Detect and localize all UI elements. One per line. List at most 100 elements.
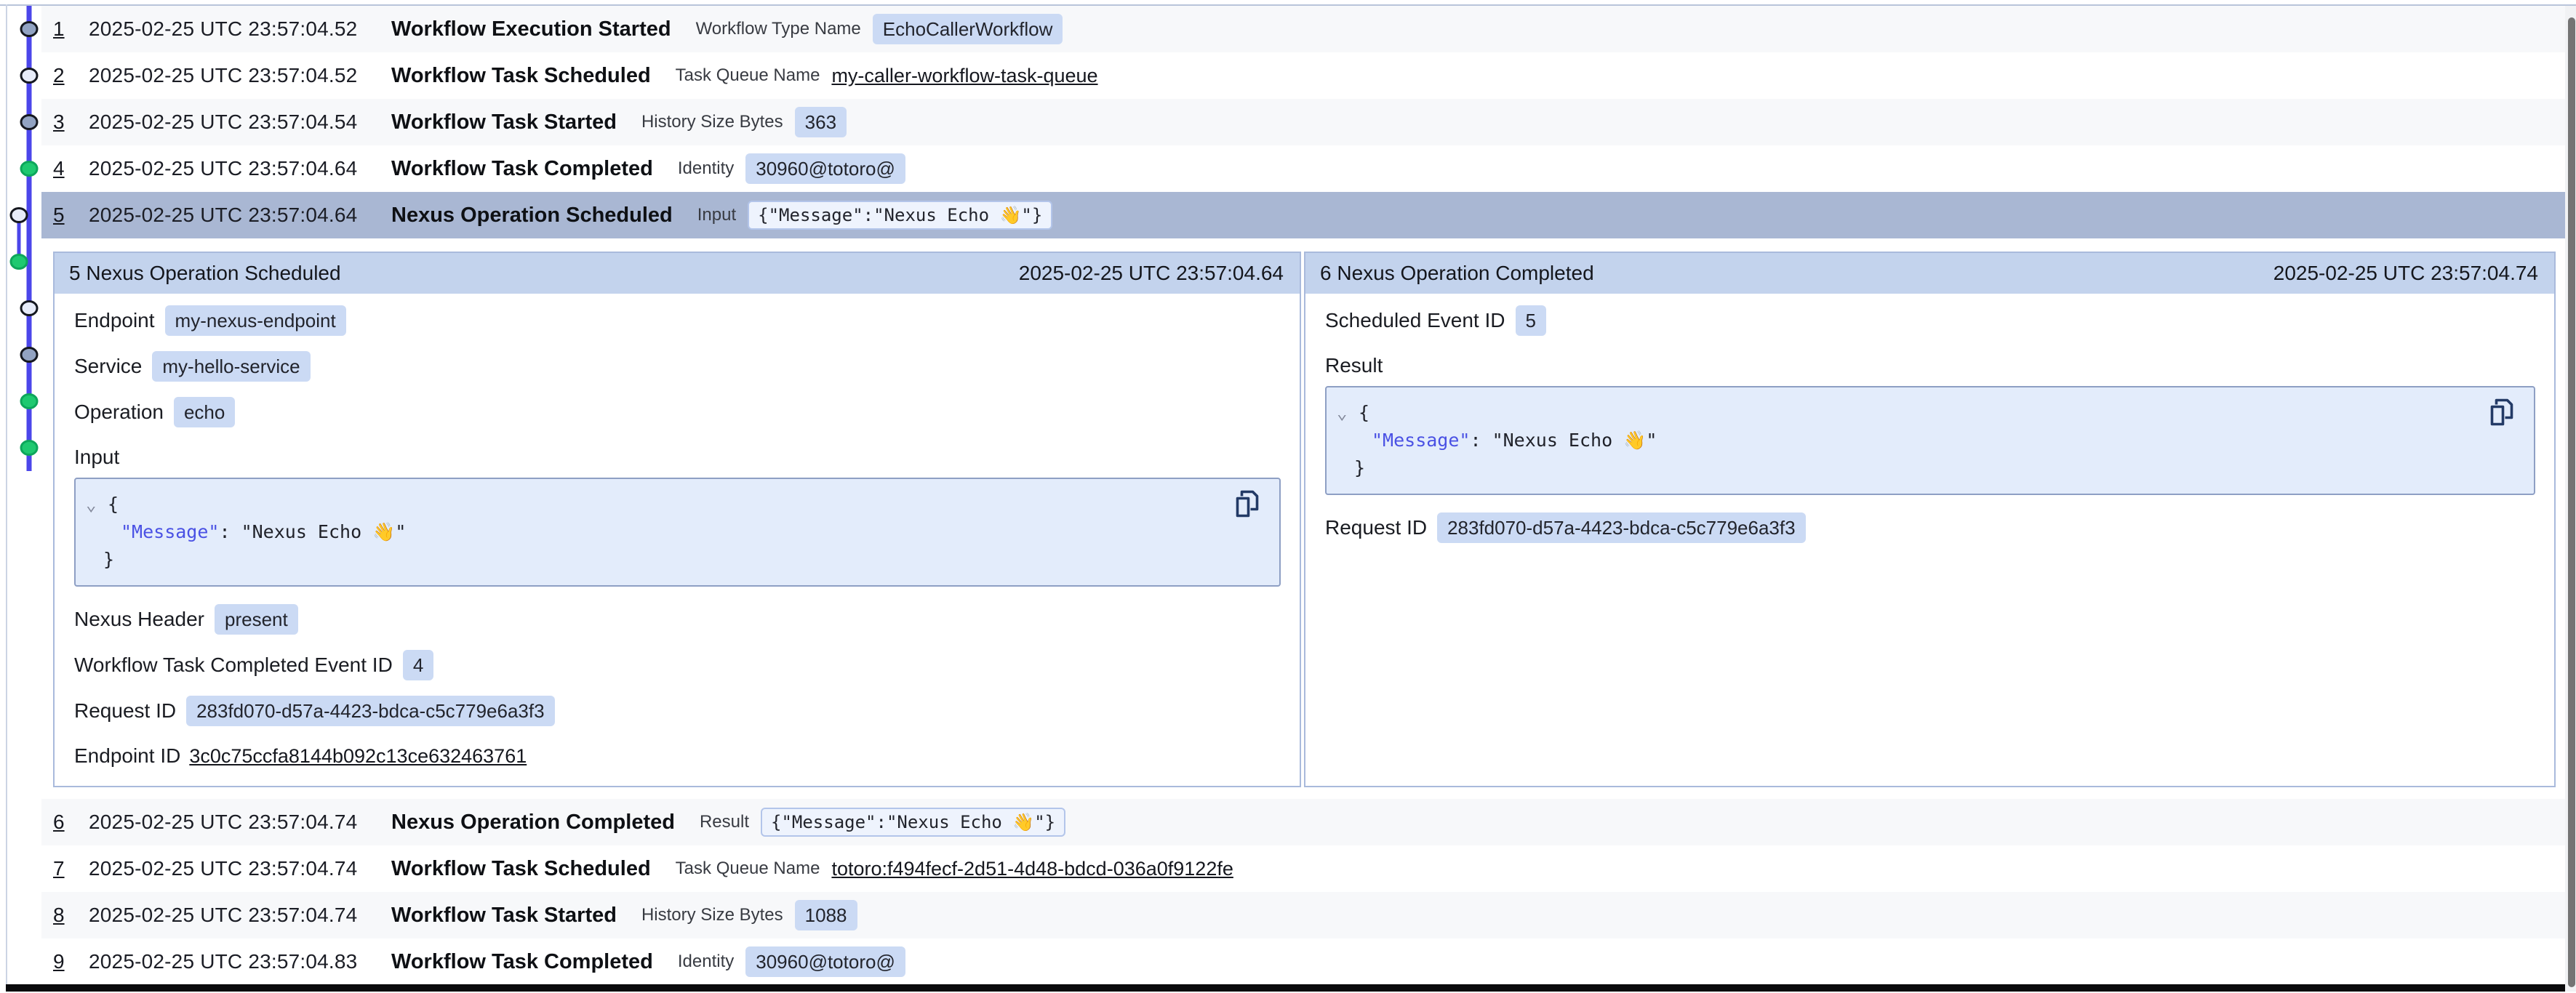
event-type-name: Workflow Task Scheduled <box>391 857 651 881</box>
event-row-9[interactable]: 92025-02-25 UTC 23:57:04.83Workflow Task… <box>41 938 2567 985</box>
event-id-link[interactable]: 2 <box>53 64 89 87</box>
detail-field-value-badge: 5 <box>1516 305 1546 336</box>
detail-panel-title: 6 Nexus Operation Completed <box>1320 262 1594 285</box>
event-id-link[interactable]: 1 <box>53 17 89 41</box>
event-attr-label: Identity <box>678 158 734 179</box>
event-type-name: Workflow Task Completed <box>391 950 653 974</box>
event-attr-label: Identity <box>678 952 734 972</box>
event-attr-label: Task Queue Name <box>676 859 820 879</box>
event-timestamp: 2025-02-25 UTC 23:57:04.74 <box>89 811 391 834</box>
timeline-event-dot-4[interactable] <box>21 162 37 176</box>
event-timestamp: 2025-02-25 UTC 23:57:04.54 <box>89 110 391 134</box>
workflow-history-page: 12025-02-25 UTC 23:57:04.52Workflow Exec… <box>0 0 2576 993</box>
event-attr-value-badge: 363 <box>795 107 847 137</box>
event-row-1[interactable]: 12025-02-25 UTC 23:57:04.52Workflow Exec… <box>41 6 2567 52</box>
event-type-name: Workflow Task Scheduled <box>391 64 651 88</box>
timeline-event-dot-1[interactable] <box>21 23 37 36</box>
event-type-name: Workflow Execution Started <box>391 17 671 41</box>
event-id-link[interactable]: 6 <box>53 811 89 834</box>
event-attr-value-json-badge: {"Message":"Nexus Echo 👋"} <box>761 808 1065 837</box>
detail-field-value-link[interactable]: 3c0c75ccfa8144b092c13ce632463761 <box>189 745 527 768</box>
collapse-chevron-icon[interactable]: ⌄ <box>1337 399 1359 427</box>
detail-panel-title: 5 Nexus Operation Scheduled <box>69 262 341 285</box>
copy-icon[interactable] <box>1234 489 1260 518</box>
detail-field-label: Endpoint ID <box>74 744 180 768</box>
event-row-2[interactable]: 22025-02-25 UTC 23:57:04.52Workflow Task… <box>41 52 2567 99</box>
detail-panel-body: Scheduled Event ID 5 Result ⌄{"Message": "N… <box>1305 294 2554 543</box>
event-row-8[interactable]: 82025-02-25 UTC 23:57:04.74Workflow Task… <box>41 892 2567 938</box>
json-open-brace: { <box>1359 402 1369 423</box>
event-row-4[interactable]: 42025-02-25 UTC 23:57:04.64Workflow Task… <box>41 145 2567 192</box>
event-attr-value-badge: 1088 <box>795 900 857 930</box>
timeline-event-dot-10[interactable] <box>21 441 37 455</box>
timeline-event-dot-6[interactable] <box>11 255 27 269</box>
event-id-link[interactable]: 7 <box>53 857 89 880</box>
detail-field-value-badge: my-hello-service <box>152 351 310 382</box>
detail-field-result: Result <box>1325 351 2544 380</box>
event-attr-value-json-badge: {"Message":"Nexus Echo 👋"} <box>748 201 1052 230</box>
timeline-event-dot-7[interactable] <box>21 302 37 315</box>
json-value: "Nexus Echo 👋" <box>1492 430 1657 451</box>
event-attr-label: Workflow Type Name <box>696 19 861 39</box>
event-timestamp: 2025-02-25 UTC 23:57:04.74 <box>89 857 391 880</box>
payload-code-block: ⌄{"Message": "Nexus Echo 👋"} <box>74 478 1281 587</box>
event-type-name: Workflow Task Completed <box>391 157 653 181</box>
detail-field-workflow-task-completed-event-id: Workflow Task Completed Event ID4 <box>74 650 1289 680</box>
event-attr-value-link[interactable]: totoro:f494fecf-2d51-4d48-bdcd-036a0f912… <box>831 858 1233 880</box>
event-row-3[interactable]: 32025-02-25 UTC 23:57:04.54Workflow Task… <box>41 99 2567 145</box>
event-timestamp: 2025-02-25 UTC 23:57:04.64 <box>89 157 391 180</box>
copy-icon[interactable] <box>2489 398 2515 427</box>
detail-field-value-badge: echo <box>174 397 235 427</box>
collapse-chevron-icon[interactable]: ⌄ <box>86 491 108 518</box>
event-id-link[interactable]: 9 <box>53 950 89 973</box>
json-separator: : <box>219 521 241 542</box>
event-id-link[interactable]: 4 <box>53 157 89 180</box>
detail-field-label: Service <box>74 355 142 378</box>
detail-field-label: Scheduled Event ID <box>1325 309 1505 332</box>
event-timestamp: 2025-02-25 UTC 23:57:04.52 <box>89 17 391 41</box>
detail-field-service: Service my-hello-service <box>74 351 1289 382</box>
detail-field-label: Request ID <box>74 699 176 723</box>
event-attr-label: History Size Bytes <box>641 905 783 925</box>
detail-field-endpoint: Endpointmy-nexus-endpoint <box>74 305 1289 336</box>
event-id-link[interactable]: 3 <box>53 110 89 134</box>
detail-panel-timestamp: 2025-02-25 UTC 23:57:04.74 <box>2273 262 2538 285</box>
timeline-event-dot-3[interactable] <box>21 116 37 129</box>
detail-panel-header: 6 Nexus Operation Completed 2025-02-25 UT… <box>1305 253 2554 294</box>
scrollbar-track[interactable] <box>2565 6 2576 992</box>
event-attr-value-link[interactable]: my-caller-workflow-task-queue <box>831 65 1097 87</box>
detail-field-endpoint-id: Endpoint ID 3c0c75ccfa8144b092c13ce632463… <box>74 741 1289 771</box>
event-id-link[interactable]: 5 <box>53 204 89 227</box>
event-timestamp: 2025-02-25 UTC 23:57:04.83 <box>89 950 391 973</box>
list-bottom-edge <box>6 984 2566 992</box>
detail-field-label: Nexus Header <box>74 608 204 631</box>
timeline-event-dot-5[interactable] <box>11 209 27 222</box>
event-timestamp: 2025-02-25 UTC 23:57:04.52 <box>89 64 391 87</box>
event-id-link[interactable]: 8 <box>53 904 89 927</box>
detail-panel-header: 5 Nexus Operation Scheduled2025-02-25 UT… <box>55 253 1300 294</box>
detail-field-value-badge: 283fd070-d57a-4423-bdca-c5c779e6a3f3 <box>186 696 555 726</box>
timeline-event-dot-2[interactable] <box>21 69 37 83</box>
event-type-name: Workflow Task Started <box>391 904 617 928</box>
scrollbar-thumb[interactable] <box>2568 17 2575 987</box>
event-attr-label: Result <box>700 812 749 832</box>
json-close-brace: } <box>103 549 114 570</box>
detail-field-value-badge: 4 <box>403 650 433 680</box>
detail-field-label: Request ID <box>1325 516 1427 539</box>
json-close-brace: } <box>1354 457 1365 478</box>
event-detail-panel-scheduled: 5 Nexus Operation Scheduled2025-02-25 UT… <box>53 252 1301 787</box>
event-type-name: Workflow Task Started <box>391 110 617 134</box>
event-row-5[interactable]: 52025-02-25 UTC 23:57:04.64Nexus Operati… <box>41 192 2567 238</box>
detail-panel-body: Endpointmy-nexus-endpoint Service my-hello… <box>55 294 1300 771</box>
event-attr-value-badge: 30960@totoro@ <box>745 153 905 184</box>
event-row-7[interactable]: 72025-02-25 UTC 23:57:04.74Workflow Task… <box>41 845 2567 892</box>
event-row-6[interactable]: 62025-02-25 UTC 23:57:04.74Nexus Operati… <box>41 799 2567 845</box>
json-open-brace: { <box>108 494 119 515</box>
timeline-event-dot-8[interactable] <box>21 348 37 362</box>
event-timestamp: 2025-02-25 UTC 23:57:04.64 <box>89 204 391 227</box>
payload-code-block: ⌄{"Message": "Nexus Echo 👋"} <box>1325 386 2535 495</box>
detail-field-request-id: Request ID 283fd070-d57a-4423-bdca-c5c779… <box>74 696 1289 726</box>
event-timestamp: 2025-02-25 UTC 23:57:04.74 <box>89 904 391 927</box>
timeline-event-dot-9[interactable] <box>21 395 37 409</box>
detail-field-label: Endpoint <box>74 309 155 332</box>
